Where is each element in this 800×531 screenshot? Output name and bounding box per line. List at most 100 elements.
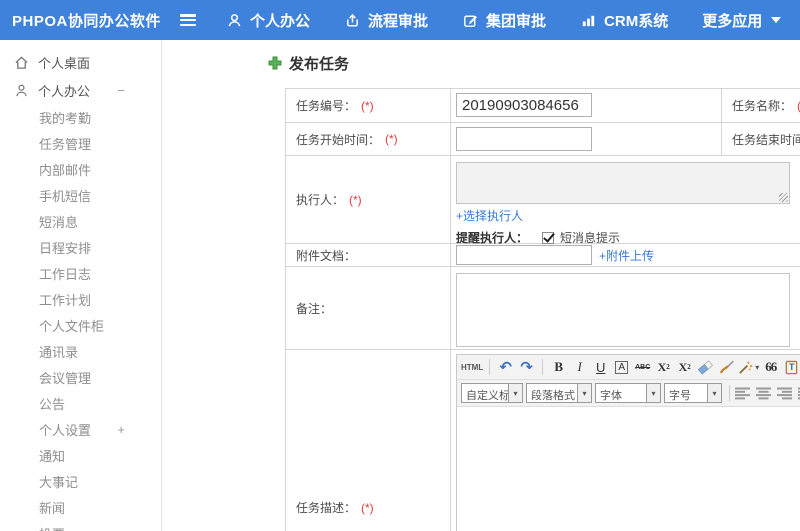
align-center-icon[interactable] (755, 383, 772, 403)
sidebar-item-label: 个人办公 (38, 83, 91, 99)
nav-personal-office[interactable]: 个人办公 (226, 10, 310, 31)
required-marker: (*) (361, 98, 374, 113)
align-left-icon[interactable] (734, 383, 751, 403)
page-title: 发布任务 (289, 55, 350, 73)
sidebar-item-news[interactable]: 新闻 (0, 494, 161, 520)
sidebar-item-my-attendance[interactable]: 我的考勤 (0, 104, 161, 130)
sidebar-item-short-message[interactable]: 短消息 (0, 208, 161, 234)
sidebar-item-label: 任务管理 (39, 136, 92, 152)
resize-handle-icon[interactable] (779, 193, 788, 202)
nav-label: 流程审批 (368, 12, 429, 30)
align-right-icon[interactable] (776, 383, 793, 403)
app-window: PHPOA协同办公软件 个人办公 流程审批 集团审批 CRM系统 更多应用 个人… (0, 0, 800, 531)
paste-icon[interactable]: T (782, 357, 800, 377)
nav-more-apps[interactable]: 更多应用 (702, 10, 782, 31)
custom-heading-select[interactable]: 自定义标题 ▾ (461, 383, 523, 403)
font-family-select[interactable]: 字体 ▾ (595, 383, 661, 403)
eraser-icon[interactable] (696, 357, 715, 377)
choose-executor-link[interactable]: +选择执行人 (456, 209, 523, 223)
form-row-start-time: 任务开始时间： (*) 任务结束时间： (*) (286, 123, 800, 156)
sidebar-item-label: 投票 (39, 524, 65, 531)
caret-down-icon (771, 17, 782, 23)
char-border-button[interactable]: A (612, 357, 631, 377)
sidebar-item-task-management[interactable]: 任务管理 (0, 130, 161, 156)
executor-selection-box[interactable] (456, 162, 790, 204)
sidebar-item-label: 内部邮件 (39, 162, 92, 178)
sidebar-item-meeting-management[interactable]: 会议管理 (0, 364, 161, 390)
nav-crm-system[interactable]: CRM系统 (580, 10, 668, 31)
sidebar-item-label: 大事记 (39, 474, 79, 490)
sidebar-item-major-events[interactable]: 大事记 (0, 468, 161, 494)
description-label: 任务描述： (296, 501, 357, 515)
blockquote-button[interactable]: 66 (761, 357, 780, 377)
nav-process-approval[interactable]: 流程审批 (344, 10, 428, 31)
sidebar-item-contacts[interactable]: 通讯录 (0, 338, 161, 364)
html-source-button[interactable]: HTML (461, 357, 483, 377)
font-size-select[interactable]: 字号 ▾ (664, 383, 722, 403)
sms-remind-checkbox[interactable] (542, 231, 555, 244)
magic-wand-icon[interactable]: ▾ (738, 357, 759, 377)
nav-group-approval[interactable]: 集团审批 (462, 10, 546, 31)
form-row-executor: 执行人： (*) +选择执行人 提醒执行人： 短消息提示 (286, 156, 800, 245)
sidebar-item-announcement[interactable]: 公告 (0, 390, 161, 416)
caret-down-icon: ▾ (509, 383, 523, 403)
paragraph-format-select[interactable]: 段落格式 ▾ (526, 383, 592, 403)
sidebar-item-label: 会议管理 (39, 370, 92, 386)
required-marker: (*) (349, 192, 362, 207)
crm-bar-chart-icon (580, 12, 597, 29)
top-nav: 个人办公 流程审批 集团审批 CRM系统 更多应用 (226, 10, 782, 31)
task-name-label: 任务名称： (732, 99, 793, 113)
attachment-upload-link[interactable]: +附件上传 (599, 247, 654, 264)
app-logo: PHPOA协同办公软件 (12, 12, 161, 30)
sidebar-item-personal-office[interactable]: 个人办公 − (0, 76, 161, 104)
note-textarea[interactable] (456, 273, 790, 347)
nav-label: 更多应用 (702, 12, 763, 30)
expand-plus-icon[interactable]: + (117, 422, 125, 437)
top-header: PHPOA协同办公软件 个人办公 流程审批 集团审批 CRM系统 更多应用 (0, 0, 800, 40)
underline-button[interactable]: U (591, 357, 610, 377)
undo-icon[interactable]: ↶ (496, 357, 515, 377)
superscript-button[interactable]: X2 (654, 357, 673, 377)
task-form: 任务编号： (*) 任务名称： (*) 任务开始时间： (*) (285, 88, 800, 531)
sidebar-item-personal-desktop[interactable]: 个人桌面 (0, 48, 161, 76)
strikethrough-button[interactable]: ABC (633, 357, 652, 377)
executor-label: 执行人： (296, 193, 345, 207)
caret-down-icon: ▾ (578, 383, 592, 403)
sidebar-item-schedule[interactable]: 日程安排 (0, 234, 161, 260)
italic-button[interactable]: I (570, 357, 589, 377)
brush-icon[interactable] (717, 357, 736, 377)
subscript-button[interactable]: X2 (675, 357, 694, 377)
end-time-label: 任务结束时间： (732, 132, 800, 147)
group-approval-edit-icon (462, 12, 479, 29)
start-time-input[interactable] (456, 127, 592, 151)
nav-label: CRM系统 (604, 12, 669, 30)
sidebar-item-work-log[interactable]: 工作日志 (0, 260, 161, 286)
sidebar-item-personal-files[interactable]: 个人文件柜 (0, 312, 161, 338)
sidebar-item-label: 短消息 (39, 214, 79, 230)
sidebar-item-label: 工作日志 (39, 266, 92, 282)
bold-button[interactable]: B (549, 357, 568, 377)
sidebar-item-internal-mail[interactable]: 内部邮件 (0, 156, 161, 182)
required-marker: (*) (361, 500, 374, 515)
attachment-input[interactable] (456, 245, 592, 265)
sidebar-item-label: 个人设置 (39, 422, 92, 438)
add-icon (268, 56, 282, 70)
editor-content-area[interactable] (457, 407, 800, 531)
content-area: 发布任务 任务编号： (*) 任务名称： (*) (162, 40, 800, 531)
sidebar-item-mobile-sms[interactable]: 手机短信 (0, 182, 161, 208)
task-number-input[interactable] (456, 93, 592, 117)
sidebar-item-personal-settings[interactable]: 个人设置 + (0, 416, 161, 442)
sidebar-item-vote[interactable]: 投票 (0, 520, 161, 531)
sidebar-item-label: 个人文件柜 (39, 318, 105, 334)
sidebar-item-label: 公告 (39, 396, 66, 412)
hamburger-menu-icon[interactable] (178, 12, 200, 28)
redo-icon[interactable]: ↷ (517, 357, 536, 377)
sidebar-item-notice[interactable]: 通知 (0, 442, 161, 468)
form-row-attachment: 附件文档： +附件上传 (286, 244, 800, 267)
sidebar-item-label: 日程安排 (39, 240, 92, 256)
sidebar-item-work-plan[interactable]: 工作计划 (0, 286, 161, 312)
collapse-minus-icon[interactable]: − (117, 83, 125, 98)
home-icon (14, 55, 29, 70)
sidebar: 个人桌面 个人办公 − 我的考勤 任务管理 内部邮件 手机短信 短消息 日程安排… (0, 40, 162, 531)
form-row-task-number: 任务编号： (*) 任务名称： (*) (286, 89, 800, 123)
